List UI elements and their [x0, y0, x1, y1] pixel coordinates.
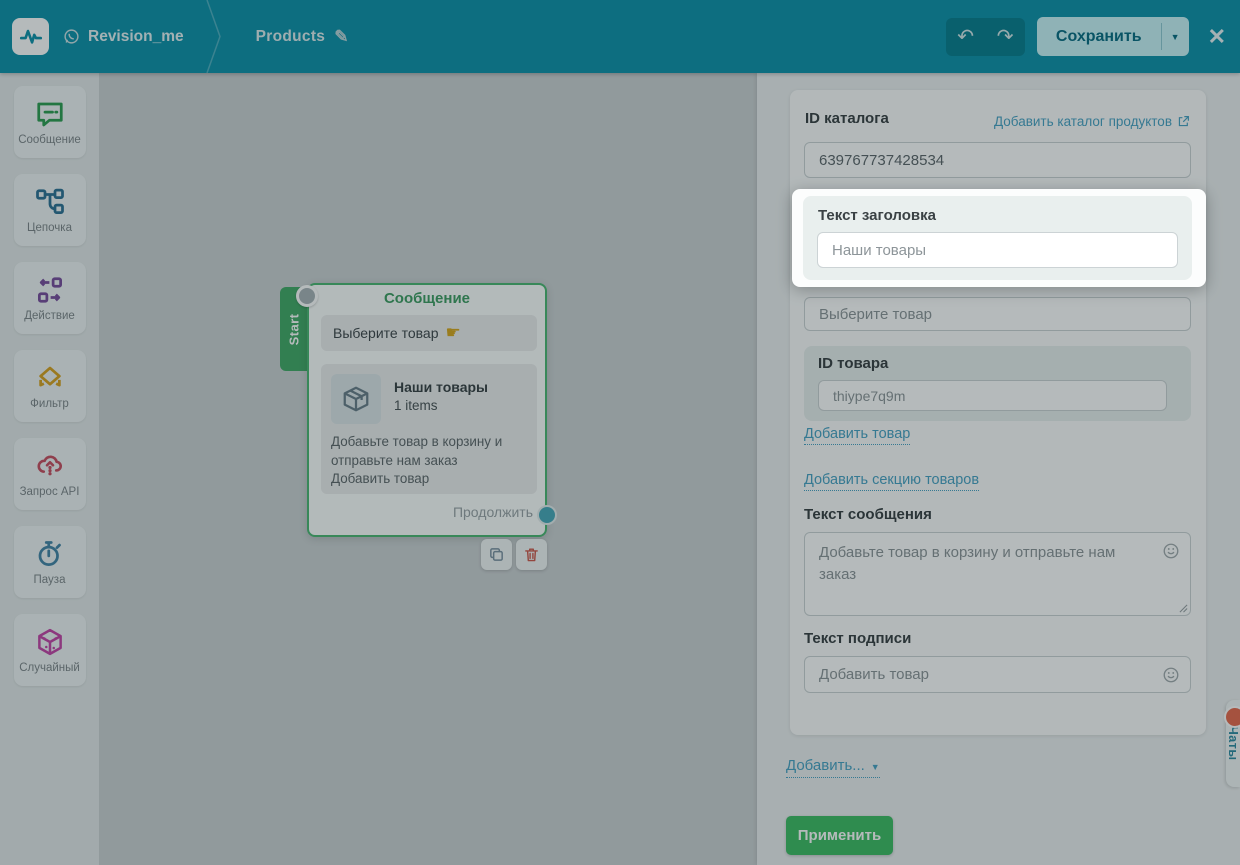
save-split-button: Сохранить ▼: [1036, 17, 1189, 56]
random-icon: [37, 628, 62, 655]
add-products-section-link[interactable]: Добавить секцию товаров: [804, 472, 980, 491]
emoji-picker-icon[interactable]: [1162, 666, 1180, 684]
bot-name-breadcrumb[interactable]: Revision_me: [63, 28, 184, 46]
product-id-input[interactable]: [818, 380, 1167, 411]
header: Revision_me Products ✎ ↶ ↷ Сохранить ▼ ✕: [0, 0, 1240, 73]
product-count: 1 items: [394, 398, 438, 413]
chain-icon: [35, 188, 64, 214]
product-description: Добавьте товар в корзину и отправьте нам…: [331, 433, 527, 489]
add-catalog-link-text: Добавить каталог продуктов: [993, 114, 1172, 129]
filter-icon: [38, 366, 61, 386]
node-product-block: Наши товары 1 items Добавьте товар в кор…: [321, 364, 537, 494]
node-input-connector[interactable]: [296, 285, 318, 307]
description-caption: Добавить товар: [331, 471, 430, 486]
flow-builder-app: Revision_me Products ✎ ↶ ↷ Сохранить ▼ ✕…: [0, 0, 1240, 865]
node-title: Сообщение: [383, 290, 471, 307]
catalog-id-input[interactable]: [804, 142, 1191, 178]
node-section-bubble: Выберите товар ☛: [321, 315, 537, 351]
add-more-label: Добавить...: [786, 757, 865, 774]
pause-icon: [38, 540, 61, 566]
message-node[interactable]: Сообщение Выберите товар ☛ Наши товары 1…: [307, 283, 547, 537]
app-logo[interactable]: [12, 18, 49, 55]
continue-link[interactable]: Продолжить: [321, 504, 533, 520]
add-product-link[interactable]: Добавить товар: [804, 426, 911, 445]
chevron-down-icon: ▼: [870, 762, 880, 772]
message-icon: [36, 102, 63, 126]
palette-item-api-request[interactable]: Запрос API: [13, 438, 86, 510]
chats-notification-badge: [1224, 706, 1240, 728]
add-more-dropdown-link[interactable]: Добавить... ▼: [786, 757, 880, 778]
product-image-placeholder: [331, 374, 381, 424]
catalog-id-label: ID каталога: [805, 110, 889, 127]
hand-pointer-icon: ☛: [445, 323, 461, 342]
header-text-field-wrap: [817, 232, 1178, 268]
palette-item-action[interactable]: Действие: [13, 262, 86, 334]
message-text-field-wrap: Добавьте товар в корзину и отправьте нам…: [804, 532, 1191, 616]
settings-card: ID каталога Добавить каталог продуктов Т…: [790, 90, 1206, 735]
section-name-input[interactable]: [804, 297, 1191, 331]
action-icon: [37, 276, 62, 303]
chevron-down-icon: ▼: [1170, 31, 1180, 42]
breadcrumb: Products ✎: [256, 27, 349, 47]
edit-flow-name-icon[interactable]: ✎: [334, 27, 349, 47]
trash-icon: [525, 548, 538, 562]
redo-button[interactable]: ↷: [985, 18, 1025, 56]
product-id-section: ID товара: [804, 346, 1191, 421]
caption-field-wrap: [804, 656, 1191, 693]
product-id-label: ID товара: [818, 355, 889, 372]
palette-item-pause[interactable]: Пауза: [13, 526, 86, 598]
api-request-icon: [37, 455, 62, 475]
palette-item-chain[interactable]: Цепочка: [13, 174, 86, 246]
message-text-label: Текст сообщения: [804, 506, 932, 523]
bot-name-label: Revision_me: [88, 27, 184, 45]
bubble-text: Выберите товар: [333, 325, 439, 341]
product-title: Наши товары: [394, 379, 489, 395]
external-link-icon: [1178, 116, 1189, 127]
whatsapp-icon: [64, 29, 79, 44]
apply-button[interactable]: Применить: [786, 816, 893, 855]
palette-item-label: Случайный: [19, 661, 80, 674]
product-id-field-wrap: [818, 380, 1167, 411]
flow-name-label: Products: [255, 27, 326, 45]
chats-tab-label: Чаты: [1226, 726, 1240, 761]
header-text-input[interactable]: [817, 232, 1178, 268]
palette-item-filter[interactable]: Фильтр: [13, 350, 86, 422]
description-text: Добавьте товар в корзину и отправьте нам…: [331, 434, 503, 468]
save-button[interactable]: Сохранить: [1037, 17, 1161, 56]
duplicate-node-button[interactable]: [481, 539, 512, 570]
emoji-picker-icon[interactable]: [1162, 542, 1180, 560]
header-text-section: Текст заголовка: [803, 196, 1192, 280]
undo-button[interactable]: ↶: [946, 18, 986, 56]
palette-item-random[interactable]: Случайный: [13, 614, 86, 686]
node-palette: Сообщение Цепочка Действие Фильтр Запрос…: [0, 73, 99, 865]
catalog-id-field-wrap: [804, 142, 1191, 178]
resize-handle-icon[interactable]: [1179, 604, 1188, 613]
node-output-connector[interactable]: [537, 505, 557, 525]
header-text-label: Текст заголовка: [818, 207, 936, 224]
caption-input[interactable]: [804, 656, 1191, 693]
close-button[interactable]: ✕: [1208, 24, 1226, 50]
start-label: Start: [286, 313, 302, 345]
palette-item-label: Запрос API: [19, 485, 80, 498]
palette-item-label: Фильтр: [30, 397, 69, 410]
undo-redo-group: ↶ ↷: [945, 17, 1025, 56]
delete-node-button[interactable]: [516, 539, 547, 570]
message-text-textarea[interactable]: Добавьте товар в корзину и отправьте нам…: [804, 532, 1191, 616]
palette-item-label: Действие: [24, 309, 75, 322]
header-actions: ↶ ↷ Сохранить ▼ ✕: [945, 17, 1240, 56]
pulse-logo-icon: [19, 29, 42, 44]
package-icon: [343, 386, 369, 412]
caption-text-label: Текст подписи: [804, 630, 912, 647]
save-dropdown-button[interactable]: ▼: [1162, 17, 1189, 56]
settings-panel: ID каталога Добавить каталог продуктов Т…: [757, 73, 1240, 865]
palette-item-message[interactable]: Сообщение: [13, 86, 86, 158]
section-name-field-wrap: [804, 297, 1191, 331]
add-catalog-link[interactable]: Добавить каталог продуктов: [994, 114, 1190, 129]
breadcrumb-chevron-icon: [205, 0, 221, 73]
palette-item-label: Цепочка: [27, 221, 72, 234]
palette-item-label: Пауза: [33, 573, 66, 586]
palette-item-label: Сообщение: [18, 133, 81, 146]
copy-icon: [490, 548, 503, 561]
